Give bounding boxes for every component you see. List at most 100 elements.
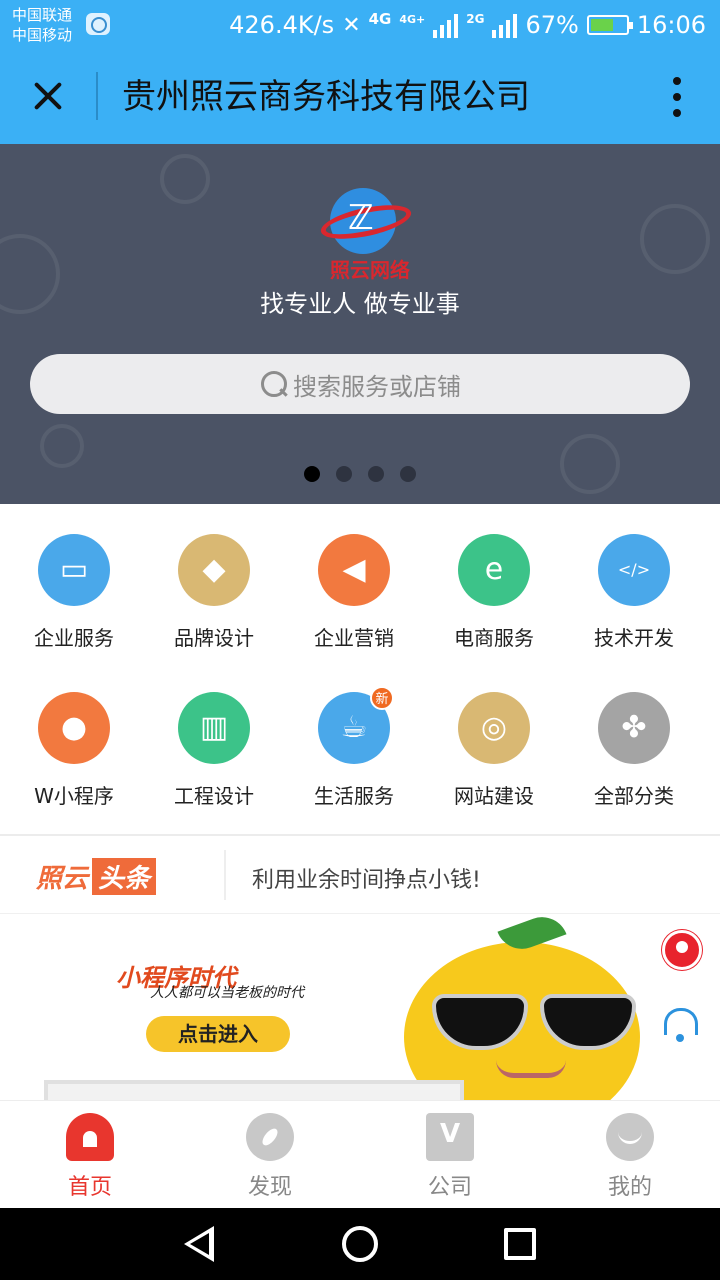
network-type-1: 4G bbox=[368, 10, 392, 28]
tab-discover[interactable]: 发现 bbox=[180, 1101, 360, 1208]
tab-home[interactable]: 首页 bbox=[0, 1101, 180, 1208]
tab-label: 首页 bbox=[67, 1175, 112, 1200]
search-input[interactable]: 搜索服务或店铺 bbox=[30, 354, 690, 414]
category-label: 企业营销 bbox=[314, 626, 394, 650]
system-navigation-bar bbox=[0, 1208, 720, 1280]
status-bar: 中国联通 中国移动 426.4K/s ✕ 4G 4G+ 2G 67% 16:06 bbox=[0, 0, 720, 50]
category-item[interactable]: ✤ 全部分类 bbox=[564, 692, 704, 809]
icon-glyph: ✤ bbox=[621, 710, 647, 745]
promo-board bbox=[44, 1080, 464, 1100]
recent-apps-icon[interactable] bbox=[504, 1228, 536, 1260]
icon-glyph: ▭ bbox=[59, 552, 89, 587]
battery-icon bbox=[586, 15, 633, 35]
back-icon[interactable] bbox=[184, 1226, 214, 1262]
customer-service-avatar-icon[interactable] bbox=[662, 930, 702, 970]
search-placeholder: 搜索服务或店铺 bbox=[293, 372, 461, 401]
profile-icon bbox=[606, 1113, 654, 1161]
carousel-indicator bbox=[0, 466, 720, 482]
title-divider bbox=[96, 72, 98, 120]
icon-glyph: ◀ bbox=[342, 552, 366, 587]
tab-mine[interactable]: 我的 bbox=[540, 1101, 720, 1208]
title-bar: 贵州照云商务科技有限公司 bbox=[0, 50, 720, 144]
tab-company[interactable]: 公司 bbox=[360, 1101, 540, 1208]
page-title: 贵州照云商务科技有限公司 bbox=[122, 77, 530, 117]
tag-icon: ◆ bbox=[178, 534, 250, 606]
category-item[interactable]: ☕ 新生活服务 bbox=[284, 686, 424, 809]
more-options-icon[interactable] bbox=[670, 74, 684, 122]
tab-label: 我的 bbox=[607, 1175, 652, 1200]
category-label: 电商服务 bbox=[454, 626, 534, 650]
background-decoration bbox=[560, 434, 620, 494]
headline-brand: 照云 bbox=[36, 864, 89, 894]
home-circle-icon[interactable] bbox=[342, 1226, 378, 1262]
icon-glyph: e bbox=[484, 552, 504, 587]
carrier-info: 中国联通 中国移动 bbox=[12, 5, 72, 45]
tab-label: 发现 bbox=[247, 1175, 292, 1200]
category-item[interactable]: ▭ 企业服务 bbox=[4, 534, 144, 651]
category-label: 全部分类 bbox=[594, 784, 674, 808]
category-item[interactable]: </> 技术开发 bbox=[564, 534, 704, 651]
promo-banner[interactable]: 小程序时代 人人都可以当老板的时代 点击进入 bbox=[0, 914, 720, 1100]
company-icon bbox=[426, 1113, 474, 1161]
mute-icon: ✕ bbox=[342, 12, 361, 38]
briefcase-icon: ▭ bbox=[38, 534, 110, 606]
clock: 16:06 bbox=[636, 11, 706, 39]
category-item[interactable]: ◎ 网站建设 bbox=[424, 692, 564, 809]
category-item[interactable]: ◀ 企业营销 bbox=[284, 534, 424, 651]
category-grid: ▭ 企业服务 ◆ 品牌设计 ◀ 企业营销 e 电商服务 </> 技术开发 ● W小程序 ▥ 工程设计 ☕ 新生… bbox=[0, 504, 720, 834]
icon-glyph: </> bbox=[617, 560, 651, 579]
discover-icon bbox=[246, 1113, 294, 1161]
news-ticker[interactable]: 照云 头条 利用业余时间挣点小钱! bbox=[0, 836, 720, 914]
mascot-sunglasses bbox=[432, 994, 636, 1050]
category-item[interactable]: ● W小程序 bbox=[4, 692, 144, 809]
bottom-tab-bar: 首页 发现 公司 我的 bbox=[0, 1100, 720, 1208]
category-label: 生活服务 bbox=[314, 784, 394, 808]
background-decoration bbox=[160, 154, 210, 204]
new-badge: 新 bbox=[370, 686, 394, 710]
signal-icon-2 bbox=[492, 12, 518, 38]
logo-mark: ℤ bbox=[348, 198, 374, 238]
category-label: 企业服务 bbox=[34, 626, 114, 650]
status-indicators: 426.4K/s ✕ 4G 4G+ 2G 67% 16:06 bbox=[229, 8, 706, 42]
sunglasses-right-lens bbox=[540, 994, 636, 1050]
icon-glyph: ◎ bbox=[480, 710, 508, 745]
mascot-smile bbox=[496, 1060, 566, 1078]
background-decoration bbox=[40, 424, 84, 468]
lightbulb-icon: ● bbox=[38, 692, 110, 764]
notification-app-icon bbox=[86, 13, 110, 35]
battery-fill bbox=[590, 19, 614, 31]
carousel-dot[interactable] bbox=[304, 466, 320, 482]
building-icon: ▥ bbox=[178, 692, 250, 764]
tab-label: 公司 bbox=[427, 1175, 472, 1200]
headset-icon[interactable] bbox=[660, 1004, 700, 1044]
icon-glyph: ☕ bbox=[340, 710, 368, 745]
icon-glyph: ▥ bbox=[199, 710, 229, 745]
carousel-dot[interactable] bbox=[400, 466, 416, 482]
network-type-2: 2G bbox=[466, 12, 485, 26]
promo-enter-button[interactable]: 点击进入 bbox=[146, 1016, 290, 1052]
category-label: 技术开发 bbox=[594, 626, 674, 650]
category-label: 网站建设 bbox=[454, 784, 534, 808]
close-icon[interactable] bbox=[28, 76, 68, 116]
logo-text: 照云网络 bbox=[330, 258, 410, 282]
category-item[interactable]: ◆ 品牌设计 bbox=[144, 534, 284, 651]
battery-percent: 67% bbox=[525, 11, 579, 39]
megaphone-icon: ◀ bbox=[318, 534, 390, 606]
banner-carousel[interactable]: ℤ 照云网络 找专业人 做专业事 搜索服务或店铺 bbox=[0, 144, 720, 504]
category-item[interactable]: ▥ 工程设计 bbox=[144, 692, 284, 809]
company-logo: ℤ 照云网络 bbox=[318, 184, 420, 284]
icon-glyph: ● bbox=[60, 710, 88, 745]
carousel-dot[interactable] bbox=[368, 466, 384, 482]
signal-icon bbox=[433, 12, 459, 38]
carousel-dot[interactable] bbox=[336, 466, 352, 482]
headline-brand-tag: 头条 bbox=[92, 858, 157, 895]
category-item[interactable]: e 电商服务 bbox=[424, 534, 564, 651]
carrier-1: 中国联通 bbox=[12, 6, 73, 24]
grid-petals-icon: ✤ bbox=[598, 692, 670, 764]
slogan: 找专业人 做专业事 bbox=[260, 290, 460, 318]
headline-text[interactable]: 利用业余时间挣点小钱! bbox=[252, 862, 481, 894]
background-decoration bbox=[640, 204, 710, 274]
network-type-1-plus: 4G+ bbox=[399, 12, 426, 26]
category-label: 品牌设计 bbox=[174, 626, 254, 650]
app-screen: 中国联通 中国移动 426.4K/s ✕ 4G 4G+ 2G 67% 16:06… bbox=[0, 0, 720, 1280]
